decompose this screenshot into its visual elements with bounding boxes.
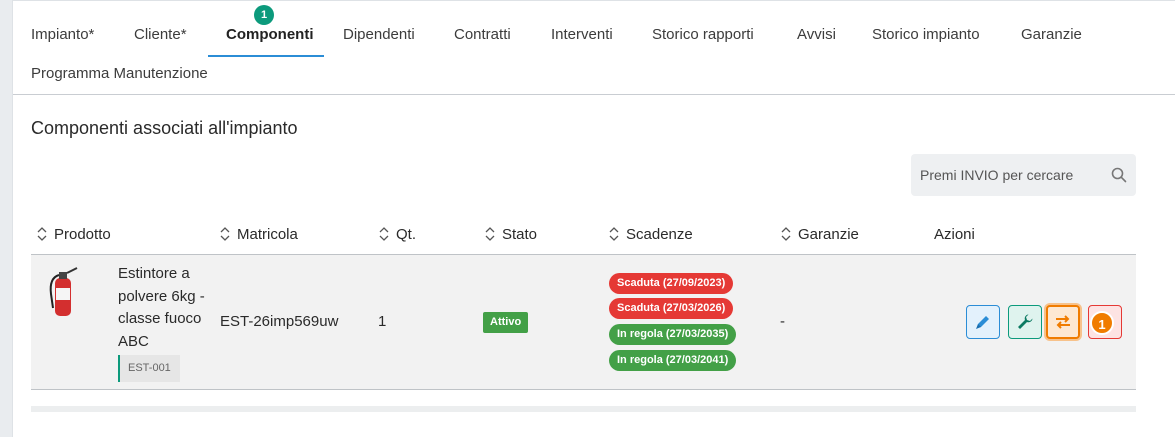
search-box [911,154,1136,196]
swap-arrows-icon [1056,315,1070,329]
column-header-garanzie[interactable]: Garanzie [781,226,859,243]
tab-contratti[interactable]: Contratti [436,14,529,57]
replace-button[interactable] [1046,305,1080,339]
tab-programma-manutenzione[interactable]: Programma Manutenzione [13,53,226,96]
column-header-prodotto[interactable]: Prodotto [37,226,111,243]
horizontal-scrollbar[interactable] [31,406,1136,412]
column-header-label: Azioni [934,226,975,243]
maintenance-button[interactable] [1008,305,1042,339]
table-bottom-divider [31,389,1136,390]
column-header-label: Qt. [396,226,417,243]
status-badge: Attivo [483,312,529,333]
column-header-matricola[interactable]: Matricola [220,226,298,243]
tab-cliente[interactable]: Cliente* [116,14,205,57]
tab-componenti-label: Componenti [226,26,314,43]
column-header-label: Garanzie [798,226,859,243]
sort-icon [609,227,619,241]
column-header-label: Matricola [237,226,298,243]
tab-interventi[interactable]: Interventi [533,14,631,57]
column-header-scadenze[interactable]: Scadenze [609,226,693,243]
deadline-badge: Scaduta (27/03/2026) [609,298,734,319]
sort-icon [781,227,791,241]
product-code-tag: EST-001 [118,355,180,382]
column-header-qt[interactable]: Qt. [379,226,416,243]
search-input[interactable] [911,154,1101,196]
pen-icon [976,316,989,329]
tab-garanzie[interactable]: Garanzie [1003,14,1100,57]
deadline-badge: Scaduta (27/09/2023) [609,273,734,294]
qty-value: 1 [378,313,387,330]
tab-storico-impianto[interactable]: Storico impianto [854,14,998,57]
tab-dipendenti[interactable]: Dipendenti [325,14,433,57]
edit-button[interactable] [966,305,1000,339]
section-title: Componenti associati all'impianto [31,118,298,138]
column-header-label: Stato [502,226,538,243]
tab-avvisi[interactable]: Avvisi [779,14,854,57]
sort-icon [485,227,495,241]
column-header-stato[interactable]: Stato [485,226,537,243]
replace-count-badge: 1 [1090,311,1114,335]
table-row: Estintore a polvere 6kg - classe fuoco A… [31,255,1136,389]
tab-impianto[interactable]: Impianto* [13,14,112,57]
tab-storico-rapporti[interactable]: Storico rapporti [634,14,772,57]
product-name[interactable]: Estintore a polvere 6kg - classe fuoco A… [118,263,214,353]
matricola-value: EST-26imp569uw [220,313,339,330]
sort-icon [37,227,47,241]
sort-icon [220,227,230,241]
tab-componenti[interactable]: Componenti 1 [208,5,324,57]
garanzie-value: - [780,313,785,330]
deadline-badge: In regola (27/03/2035) [609,324,737,345]
tab-bar: Impianto* Cliente* Componenti 1 Dipenden… [13,1,1175,95]
tab-badge: 1 [254,5,274,25]
extinguisher-image [49,267,78,316]
search-icon[interactable] [1111,167,1127,183]
wrench-icon [1018,314,1033,329]
deadline-badge: In regola (27/03/2041) [609,350,737,371]
column-header-label: Prodotto [54,226,111,243]
column-header-label: Scadenze [626,226,693,243]
column-header-azioni: Azioni [934,226,975,243]
components-card: Impianto* Cliente* Componenti 1 Dipenden… [12,0,1175,437]
sort-icon [379,227,389,241]
